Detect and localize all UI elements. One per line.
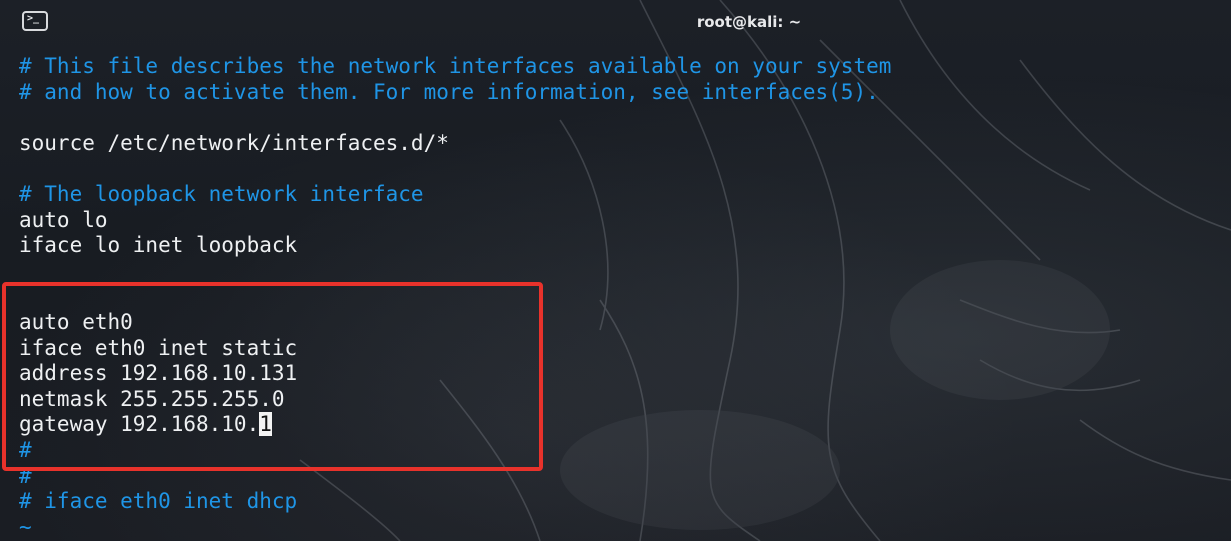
code-line: auto lo [19, 207, 108, 232]
terminal-window: >_ root@kali: ~ # This file describes th… [0, 0, 1231, 541]
code-line: iface eth0 inet static [19, 335, 298, 360]
window-title: root@kali: ~ [696, 13, 802, 31]
code-line: auto eth0 [19, 309, 133, 334]
comment-line: # [19, 437, 32, 462]
title-bar: >_ root@kali: ~ [0, 0, 1231, 44]
comment-line: # This file describes the network interf… [19, 54, 892, 78]
comment-line: # The loopback network interface [19, 181, 424, 206]
code-line: netmask 255.255.255.0 [19, 386, 285, 411]
text-cursor: 1 [259, 412, 272, 437]
code-line: gateway 192.168.10.1 [19, 412, 272, 437]
editor-text-area[interactable]: # This file describes the network interf… [19, 54, 891, 540]
comment-line: # and how to activate them. For more inf… [19, 79, 879, 104]
code-line: source /etc/network/interfaces.d/* [19, 130, 449, 155]
comment-line: # iface eth0 inet dhcp [19, 489, 298, 514]
comment-line: # [19, 463, 32, 488]
code-line: address 192.168.10.131 [19, 361, 298, 386]
code-line: iface lo inet loopback [19, 233, 298, 258]
empty-buffer-tilde: ~ [19, 514, 32, 539]
